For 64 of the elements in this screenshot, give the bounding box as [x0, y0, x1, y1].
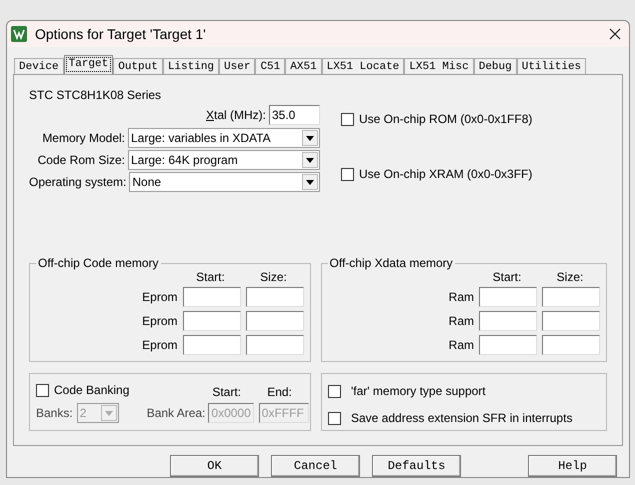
size-field[interactable]: [542, 335, 600, 355]
tab[interactable]: Listing: [162, 58, 220, 74]
checkbox-label: Use On-chip XRAM (0x0-0x3FF): [359, 166, 532, 183]
start-field[interactable]: [479, 335, 537, 355]
dialog-button[interactable]: OK: [170, 455, 259, 477]
row-label: Ram: [448, 289, 474, 306]
size-field[interactable]: [246, 335, 304, 355]
start-field[interactable]: [182, 311, 240, 331]
dialog-button[interactable]: Help: [528, 455, 617, 477]
tab[interactable]: Debug: [474, 58, 517, 74]
tab[interactable]: C51: [255, 58, 286, 74]
dialog-button[interactable]: Cancel: [271, 455, 360, 477]
field-label: Memory Model:: [42, 130, 125, 147]
field-label: Code Rom Size:: [38, 152, 125, 169]
checkbox[interactable]: [341, 112, 354, 126]
checkbox-label: Code Banking: [54, 382, 130, 399]
row-label: Eprom: [142, 289, 178, 306]
tab[interactable]: Output: [113, 58, 163, 74]
xtal-field[interactable]: 35.0: [269, 105, 320, 125]
size-field[interactable]: [246, 311, 304, 331]
tab[interactable]: Target: [64, 55, 114, 74]
close-icon[interactable]: [609, 28, 621, 40]
device-name: STC STC8H1K08 Series: [29, 88, 162, 102]
start-field[interactable]: [479, 287, 537, 307]
size-field[interactable]: [246, 287, 304, 307]
start-field[interactable]: [182, 335, 240, 355]
field-label: Banks:: [36, 405, 73, 422]
tab[interactable]: AX51: [285, 58, 322, 74]
xtal-label: Xtal (MHz):: [206, 107, 266, 124]
field-label: Operating system:: [29, 174, 126, 191]
column-heading: Size:: [259, 270, 288, 284]
tab[interactable]: LX51 Locate: [322, 58, 404, 74]
dropdown[interactable]: None: [129, 172, 320, 192]
tab[interactable]: User: [219, 58, 256, 74]
group-title: Off-chip Xdata memory: [328, 256, 455, 270]
tab[interactable]: Utilities: [516, 58, 586, 74]
checkbox-label: 'far' memory type support: [351, 383, 486, 400]
column-heading: Start:: [195, 270, 226, 284]
start-field[interactable]: [182, 287, 240, 307]
size-field[interactable]: [542, 287, 600, 307]
dropdown[interactable]: Large: 64K program: [128, 150, 320, 170]
size-field[interactable]: [542, 311, 600, 331]
dropdown[interactable]: Large: variables in XDATA: [128, 128, 320, 148]
checkbox[interactable]: [328, 384, 341, 398]
checkbox-label: Use On-chip ROM (0x0-0x1FF8): [359, 111, 532, 128]
row-label: Ram: [448, 337, 474, 354]
column-heading: Start:: [492, 270, 522, 284]
checkbox[interactable]: [328, 412, 341, 424]
column-heading: End:: [266, 384, 293, 401]
group-title: Off-chip Code memory: [36, 256, 160, 270]
row-label: Eprom: [142, 313, 178, 330]
window-title: Options for Target 'Target 1': [35, 24, 207, 44]
checkbox-label: Save address extension SFR in interrupts: [351, 410, 572, 427]
column-heading: Size:: [556, 270, 584, 284]
column-heading: Start:: [211, 384, 242, 401]
field-label: Bank Area:: [146, 405, 206, 422]
row-label: Eprom: [142, 337, 178, 354]
app-logo-icon: [11, 26, 27, 42]
tab[interactable]: LX51 Misc: [404, 58, 474, 74]
row-label: Ram: [448, 313, 474, 330]
dialog-button[interactable]: Defaults: [372, 455, 461, 477]
start-field[interactable]: [479, 311, 537, 331]
tab[interactable]: Device: [14, 58, 64, 74]
checkbox[interactable]: [341, 168, 354, 180]
